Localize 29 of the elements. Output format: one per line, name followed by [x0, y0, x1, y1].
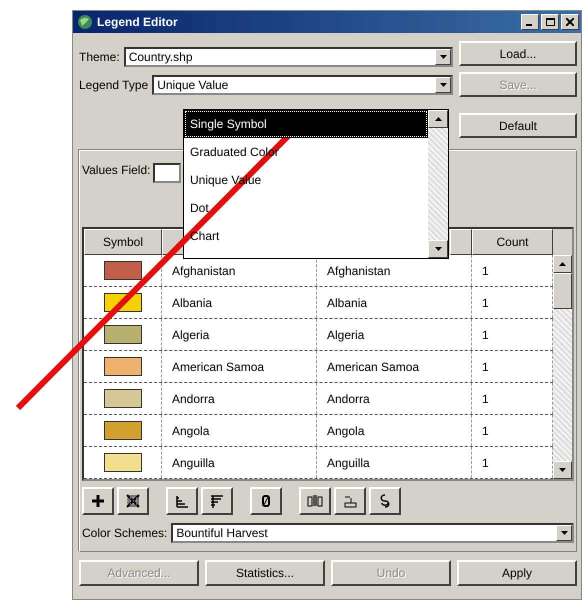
table-cell: Andorra: [317, 383, 472, 414]
values-field-label: Values Field:: [82, 163, 150, 177]
theme-label: Theme:: [79, 50, 120, 64]
button[interactable]: Apply: [457, 560, 577, 586]
table-cell: Andorra: [162, 383, 317, 414]
table-cell: Anguilla: [317, 447, 472, 478]
button[interactable]: Statistics...: [205, 560, 325, 586]
column-header[interactable]: Count: [472, 229, 553, 255]
table-cell: Algeria: [162, 319, 317, 350]
dropdown-option[interactable]: Dot: [184, 194, 428, 222]
table-cell: American Samoa: [317, 351, 472, 382]
button[interactable]: Default: [459, 113, 577, 138]
color-schemes-label: Color Schemes:: [82, 526, 168, 540]
table-cell: Albania: [317, 287, 472, 318]
table-cell: Algeria: [317, 319, 472, 350]
table-cell: Albania: [162, 287, 317, 318]
table-cell: American Samoa: [162, 351, 317, 382]
button[interactable]: Load...: [459, 41, 577, 66]
window-title: Legend Editor: [97, 15, 179, 29]
table-cell: Angola: [162, 415, 317, 446]
dropdown-option[interactable]: Chart: [184, 222, 428, 250]
table-cell: Anguilla: [162, 447, 317, 478]
table-cell: Angola: [317, 415, 472, 446]
theme-dropdown[interactable]: Country.shp: [124, 47, 453, 67]
column-header[interactable]: Symbol: [84, 229, 162, 255]
legend-type-dropdown[interactable]: Unique Value: [152, 75, 453, 95]
color-schemes-dropdown[interactable]: Bountiful Harvest: [171, 523, 574, 543]
legend-type-label: Legend Type: [79, 78, 148, 92]
dropdown-option[interactable]: Single Symbol: [184, 110, 428, 138]
